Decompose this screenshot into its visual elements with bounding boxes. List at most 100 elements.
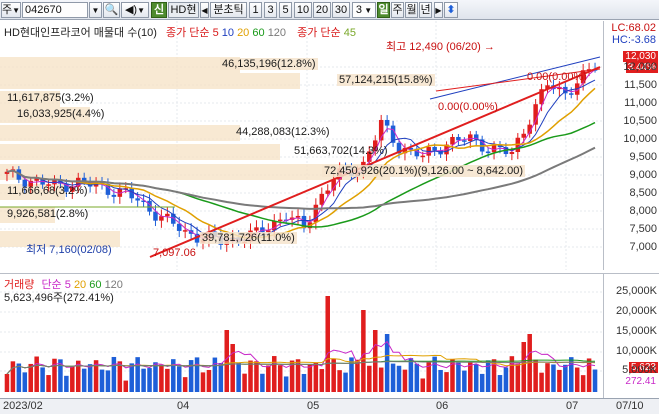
low-label: 최저 7,160(02/08) [26,244,112,256]
volume-bar-up [557,369,562,392]
arrow-up-down-icon: ⬍ [446,4,456,16]
volume-bar-down [212,357,218,392]
up-candle [254,227,259,231]
market-select[interactable]: 주▼ [1,2,21,18]
volume-bar-up [319,369,325,392]
volume-bar-up [378,367,384,392]
volume-bar-down [40,367,45,392]
volume-bar-down [236,362,241,392]
volume-bar-up [206,369,212,392]
volume-bar-down [129,363,134,392]
profile-label-3: 16,033,925(4.4%) [17,108,105,120]
chart-title: HD현대인프라코어 매물대 수(10) [4,27,157,39]
date-tick-label: 07 [566,400,579,412]
down-candle [135,198,140,201]
volume-bar-up [28,363,33,392]
profile-label-4: 44,288,083(12.3%) [236,126,330,138]
period-button-30[interactable]: 30 [332,2,350,18]
price-tick-label: 8,000 [629,205,657,217]
volume-bar-down [456,362,461,392]
chevron-down-icon: ▼ [137,6,146,15]
volume-bar-down [135,357,140,392]
moving-average-line [6,79,596,242]
volume-bar-up [123,380,129,392]
down-candle [432,146,437,151]
up-candle [450,136,455,145]
hc-label: HC:-3.68 [611,34,656,46]
volume-chart[interactable]: 거래량 단순 5 20 60 120 5,623,496주(272.41%) [0,273,603,398]
volume-bar-down [87,364,93,392]
volume-bar-down [260,373,265,392]
volume-bar-down [592,369,598,392]
unit-tab-year[interactable]: 년 [419,2,432,18]
volume-bar-up [34,356,39,392]
ma-20-label: 20 [237,27,250,39]
profile-label-6: 11,666,68(3.2%) [7,185,88,197]
date-tick-label: 07/10 [616,400,644,412]
code-dropdown-button[interactable]: ▼ [89,2,102,18]
profile-label-8: 39,781,726(11.0%) [200,232,297,244]
volume-bar-down [390,363,396,392]
period-button-5[interactable]: 5 [279,2,292,18]
ma-10-label: 10 [221,27,234,39]
speaker-button[interactable]: ◀)▼ [121,2,149,18]
volume-pct-tag: 272.41 [625,376,656,387]
up-candle [468,134,473,142]
price-chart[interactable]: HD현대인프라코어 매물대 수(10) 종가 단순 5 10 20 60 120… [0,21,603,270]
ma-label: 종가 단순 [165,27,210,39]
volume-bar-up [313,362,319,392]
volume-bar-down [81,368,87,392]
volume-bar-down [497,375,503,392]
menu-button[interactable]: ▶ [434,2,443,18]
volume-tick-label: 25,000K [616,285,657,297]
ma-45-label: 45 [343,27,356,39]
volume-bar-down [438,369,443,392]
volume-bar-up [224,330,230,392]
period-button-1[interactable]: 1 [249,2,262,18]
mode-badge[interactable]: 신 [151,2,167,18]
volume-bar-down [473,364,479,392]
volume-profile-bar [0,73,300,89]
stock-code-input[interactable]: 042670 [22,2,88,18]
unit-tab-week[interactable]: 주 [391,2,404,18]
chevron-down-icon: ▼ [361,6,373,15]
volume-bar-up [367,365,372,392]
volume-bar-up [266,365,271,392]
period-button-10[interactable]: 10 [294,2,312,18]
scroll-toggle-button[interactable]: ⬍ [444,2,458,18]
volume-bar-up [420,378,426,392]
stock-name-field[interactable]: HD현 [168,2,199,18]
volume-bar-up [515,363,521,392]
volume-bar-up [272,356,277,392]
up-candle [509,152,515,155]
ma-60-label: 60 [252,27,265,39]
date-tick-label: 2023/02 [3,400,43,412]
volume-bar-down [22,372,28,392]
profile-label-5: 51,663,702(14.3%) [294,145,388,157]
price-tick-label: 11,000 [624,97,657,109]
unit-tab-day[interactable]: 일 [377,2,390,18]
volume-bar-up [539,372,544,392]
profile-label-1: 57,124,215(15.8%) [337,74,435,86]
volume-profile-bar [0,125,240,141]
period-count-select[interactable]: 3 ▼ [352,2,376,18]
volume-bar-up [165,368,170,392]
volume-bar-up [70,366,75,392]
price-axis: LC:68.02 HC:-3.68 12,030 3.44% 12,000 11,… [603,21,659,270]
period-tab-minute[interactable]: 분초틱 [210,2,247,18]
search-button[interactable]: 🔍 [103,2,120,18]
profile-label-2: 11,617,875(3.2%) [7,92,94,104]
period-button-20[interactable]: 20 [313,2,331,18]
period-button-3[interactable]: 3 [264,2,277,18]
volume-profile-bar [0,144,280,160]
unit-tab-month[interactable]: 월 [405,2,418,18]
volume-bar-down [111,356,117,392]
volume-tick-label: 5,000K [622,364,657,376]
prev-stock-button[interactable]: ◀ [200,2,209,18]
volume-bar-up [545,363,550,392]
toolbar: 주▼ 042670 ▼ 🔍 ◀)▼ 신 HD현 ◀ 분초틱 1 3 5 10 2… [0,0,659,20]
volume-bar-up [200,372,206,392]
volume-bar-down [462,370,467,392]
volume-bar-down [147,368,152,392]
volume-bar-up [468,362,473,392]
